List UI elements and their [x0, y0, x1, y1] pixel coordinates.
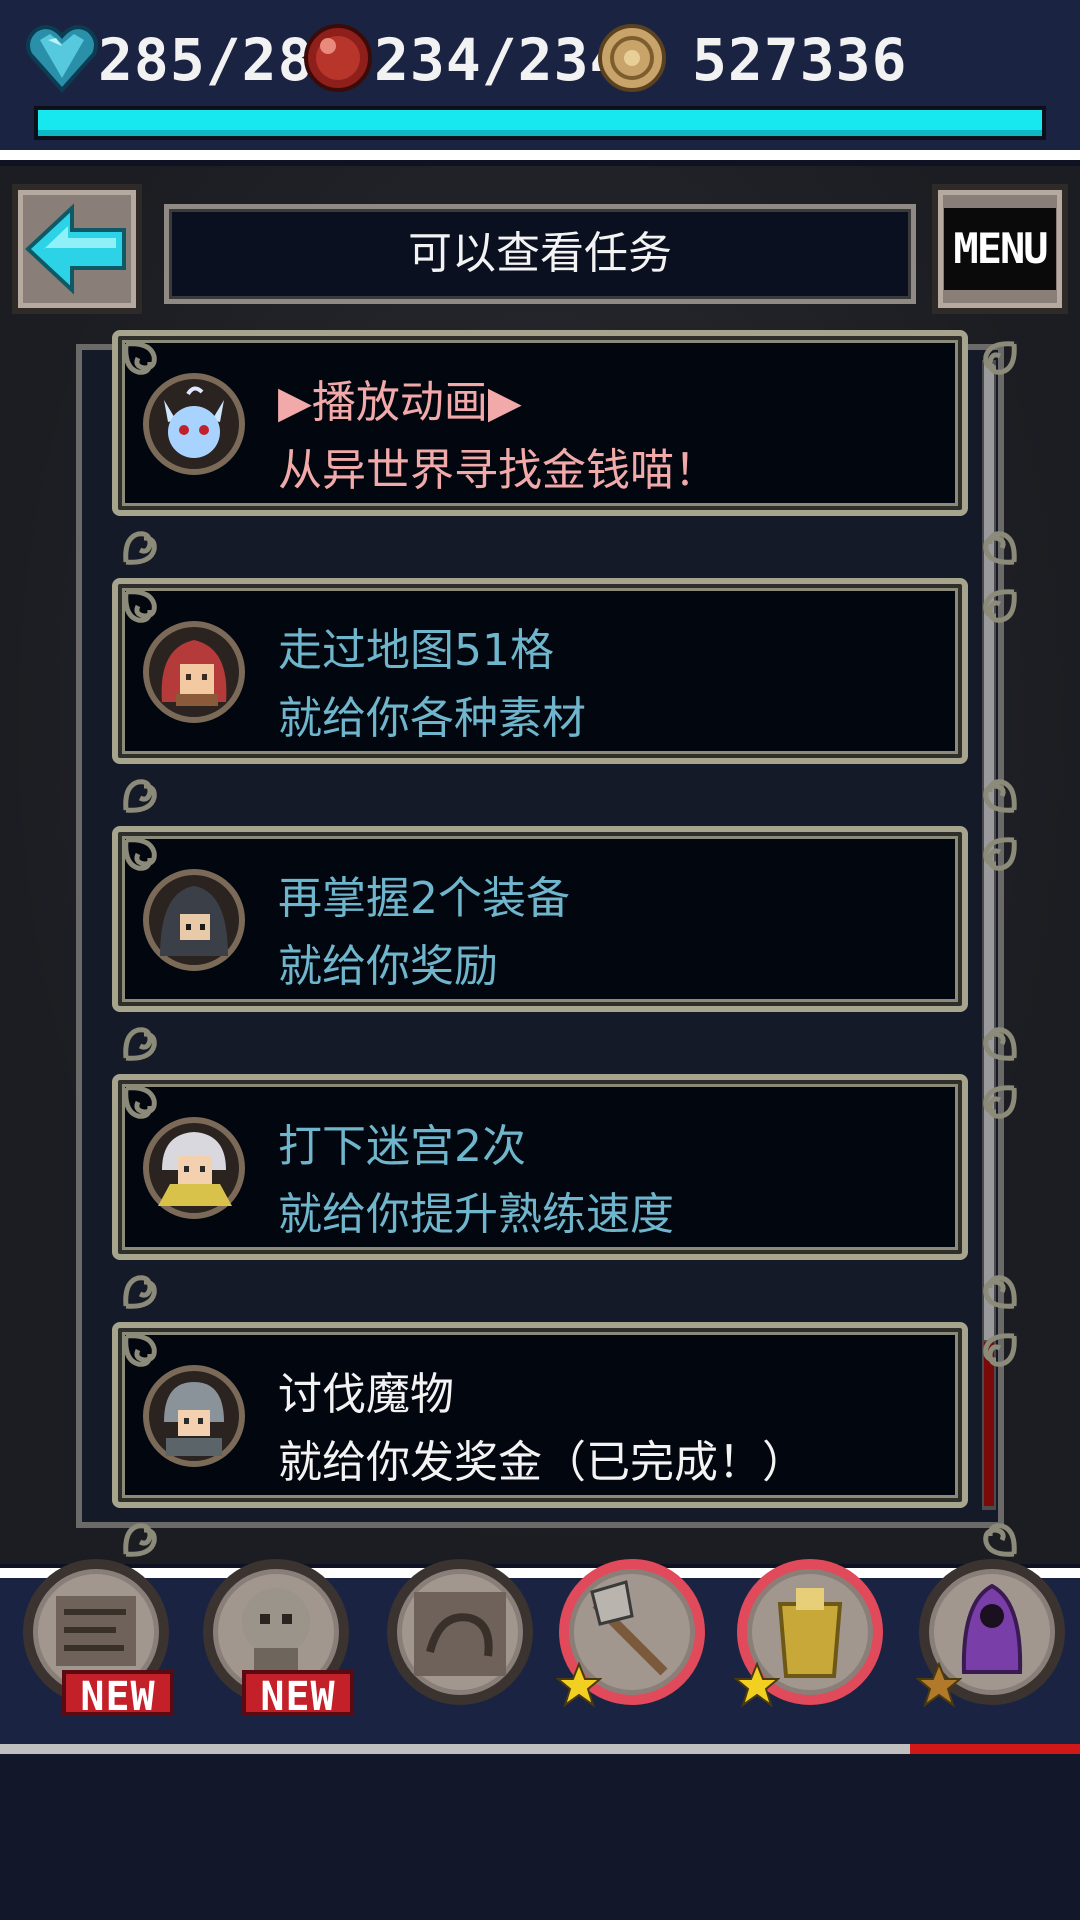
- quest-title: 讨伐魔物: [278, 1369, 454, 1420]
- heart-gem-icon: [26, 25, 98, 94]
- new-badge: NEW: [62, 1670, 174, 1720]
- quest-card[interactable]: 走过地图51格 就给你各种素材: [112, 578, 1017, 813]
- footer-area: [0, 1754, 1080, 1920]
- inventory-slot[interactable]: NEW: [196, 1552, 356, 1720]
- quest-card[interactable]: 讨伐魔物就给你发奖金（已完成！）: [112, 1322, 1017, 1557]
- dark-hood-figure-icon: [143, 869, 245, 971]
- white-haired-elder-icon: [143, 1117, 245, 1219]
- corner-ornament-icon: [983, 1523, 1017, 1557]
- inventory-slot[interactable]: NEW: [16, 1552, 176, 1720]
- gold-value: 527336: [692, 26, 908, 94]
- corner-ornament-icon: [123, 1027, 157, 1061]
- new-badge: NEW: [242, 1670, 354, 1720]
- corner-ornament-icon: [123, 531, 157, 565]
- top-divider: [0, 150, 1080, 166]
- red-orb-icon: [304, 24, 372, 92]
- inventory-slot[interactable]: [912, 1552, 1072, 1712]
- quest-title: 打下迷宫2次: [278, 1121, 526, 1172]
- quest-reward: 就给你提升熟练速度: [278, 1189, 674, 1240]
- inventory-slot[interactable]: [552, 1552, 712, 1712]
- quest-reward: 从异世界寻找金钱喵！: [278, 445, 718, 496]
- quest-card[interactable]: ▶播放动画▶ 从异世界寻找金钱喵！: [112, 330, 1017, 565]
- armored-soldier-icon: [143, 1365, 245, 1467]
- progress-bar-fill: [0, 1744, 910, 1754]
- quest-title: ▶播放动画▶: [278, 377, 522, 428]
- coin-icon: [598, 24, 666, 92]
- back-button[interactable]: [12, 184, 142, 314]
- inventory-slot[interactable]: [380, 1552, 540, 1712]
- inventory-slot[interactable]: [730, 1552, 890, 1712]
- corner-ornament-icon: [983, 531, 1017, 565]
- corner-ornament-icon: [983, 1027, 1017, 1061]
- quest-title: 走过地图51格: [278, 625, 554, 676]
- corner-ornament-icon: [123, 1523, 157, 1557]
- corner-ornament-icon: [983, 837, 1017, 871]
- corner-ornament-icon: [123, 779, 157, 813]
- corner-ornament-icon: [123, 1275, 157, 1309]
- title-bar: 可以查看任务: [164, 204, 916, 304]
- quest-reward: 就给你各种素材: [278, 693, 586, 744]
- star-icon: [556, 1662, 602, 1708]
- quest-reward: 就给你奖励: [278, 941, 498, 992]
- arrow-left-icon: [25, 203, 126, 295]
- sleeping-creature-icon: [387, 1559, 533, 1705]
- progress-bar-red-segment: [910, 1744, 1080, 1754]
- quest-reward: 就给你发奖金（已完成！）: [278, 1437, 806, 1488]
- progress-bar: [0, 1744, 1080, 1754]
- menu-label: MENU: [944, 208, 1056, 290]
- hp-bar: [34, 106, 1046, 140]
- star-icon: [916, 1662, 962, 1708]
- corner-ornament-icon: [983, 1333, 1017, 1367]
- blue-cat-spirit-icon: [143, 373, 245, 475]
- corner-ornament-icon: [983, 1275, 1017, 1309]
- corner-ornament-icon: [983, 779, 1017, 813]
- corner-ornament-icon: [983, 1085, 1017, 1119]
- quest-title: 再掌握2个装备: [278, 873, 570, 924]
- quest-card[interactable]: 再掌握2个装备 就给你奖励: [112, 826, 1017, 1061]
- mp-value: 234/234: [374, 26, 626, 94]
- menu-button[interactable]: MENU: [932, 184, 1068, 314]
- page-title: 可以查看任务: [408, 228, 672, 279]
- quest-card[interactable]: 打下迷宫2次就给你提升熟练速度: [112, 1074, 1017, 1309]
- star-icon: [734, 1662, 780, 1708]
- corner-ornament-icon: [983, 341, 1017, 375]
- corner-ornament-icon: [983, 589, 1017, 623]
- red-hood-girl-icon: [143, 621, 245, 723]
- hp-bar-fill: [38, 110, 1042, 136]
